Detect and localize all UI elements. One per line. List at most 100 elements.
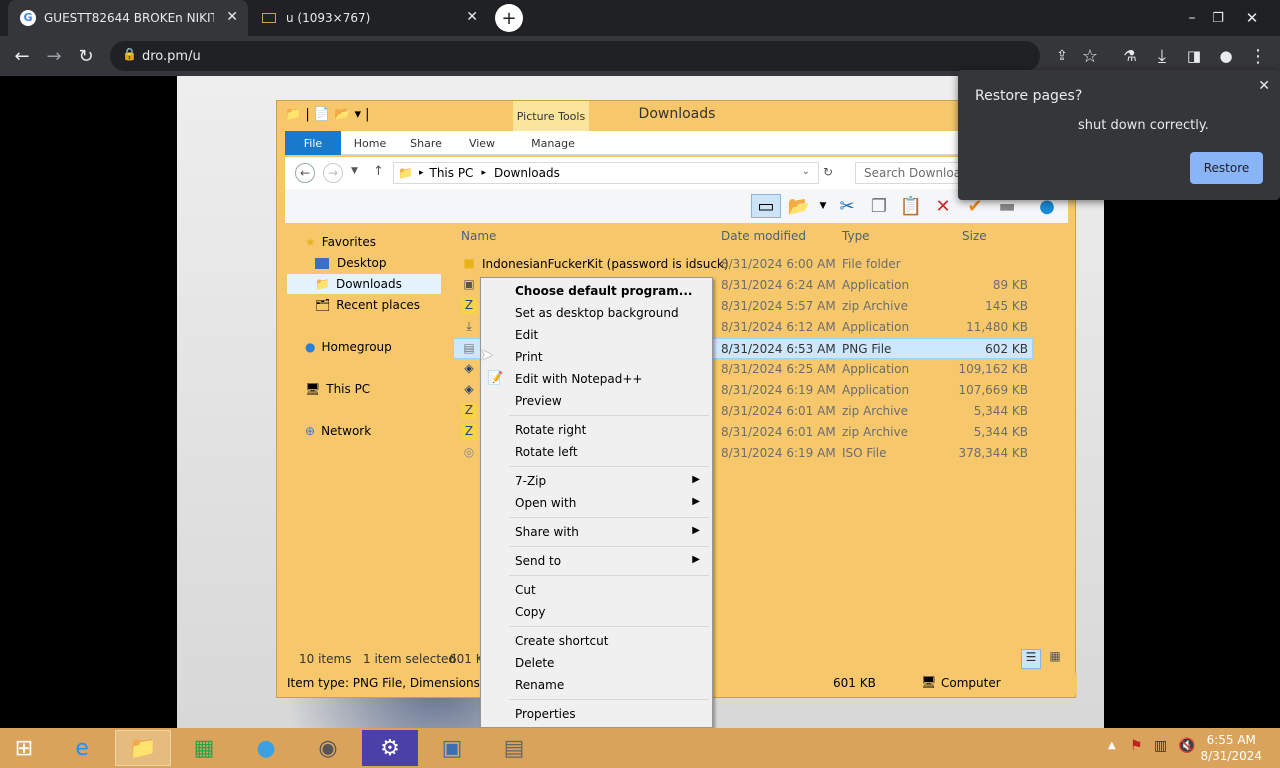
column-size[interactable]: Size: [962, 229, 987, 243]
recent-locations-icon[interactable]: ▼: [351, 166, 358, 176]
menu-item-rename[interactable]: Rename: [481, 674, 712, 696]
menu-item-send-to[interactable]: Send to ▶: [481, 550, 712, 572]
zip-archive-icon: Z: [461, 403, 477, 419]
store-icon[interactable]: ▦: [176, 730, 232, 766]
nav-homegroup[interactable]: ● Homegroup: [305, 337, 392, 357]
network-icon: ⊕: [305, 424, 316, 438]
breadcrumb-thispc[interactable]: This PC: [429, 166, 473, 180]
download-icon[interactable]: ⤓: [1148, 42, 1176, 70]
restore-button[interactable]: Restore: [1190, 152, 1263, 184]
menu-item-cut[interactable]: Cut: [481, 579, 712, 601]
file-explorer-taskbar-icon[interactable]: 📁: [115, 730, 171, 766]
back-icon[interactable]: ←: [8, 42, 36, 70]
close-tab-icon[interactable]: ✕: [466, 9, 478, 25]
settings-gear-icon[interactable]: ⚙: [362, 730, 418, 766]
menu-item-print[interactable]: Print: [481, 346, 712, 368]
menu-item-open-with[interactable]: Open with ▶: [481, 492, 712, 514]
start-button[interactable]: ⊞: [0, 730, 48, 766]
file-row[interactable]: ■ IndonesianFuckerKit (password is idsuc…: [453, 254, 1033, 275]
up-icon[interactable]: ↑: [373, 164, 384, 179]
forward-icon[interactable]: →: [40, 42, 68, 70]
nav-thispc[interactable]: 🖥 This PC: [305, 379, 370, 399]
submenu-arrow-icon: ▶: [692, 474, 700, 485]
profile-icon[interactable]: ●: [1212, 42, 1240, 70]
browser-tab[interactable]: u (1093×767) ✕: [250, 0, 488, 36]
menu-separator: [509, 415, 709, 416]
menu-item-set-background[interactable]: Set as desktop background: [481, 302, 712, 324]
internet-explorer-icon[interactable]: e: [54, 730, 110, 766]
tab-view[interactable]: View: [459, 131, 505, 155]
menu-item-properties[interactable]: Properties: [481, 703, 712, 725]
paste-icon[interactable]: 📋: [899, 194, 923, 218]
restore-window-icon[interactable]: ❐: [1204, 4, 1232, 32]
cut-icon[interactable]: ✂: [835, 194, 859, 218]
column-type[interactable]: Type: [842, 229, 870, 243]
nav-favorites[interactable]: ★ Favorites: [305, 232, 376, 252]
refresh-icon[interactable]: ↻: [823, 165, 833, 179]
menu-item-share-with[interactable]: Share with ▶: [481, 521, 712, 543]
archive-tool-icon[interactable]: ▤: [486, 730, 542, 766]
nav-network[interactable]: ⊕ Network: [305, 421, 371, 441]
column-date[interactable]: Date modified: [721, 229, 806, 243]
minimize-window-icon[interactable]: –: [1178, 4, 1206, 32]
new-folder-icon[interactable]: 📂: [787, 194, 811, 218]
menu-item-create-shortcut[interactable]: Create shortcut: [481, 630, 712, 652]
network-tray-icon[interactable]: ▥: [1154, 738, 1167, 754]
address-bar[interactable]: 🔒 dro.pm/u: [110, 41, 1040, 71]
nav-recent[interactable]: 🗂 Recent places: [315, 295, 420, 315]
bookmark-star-icon[interactable]: ☆: [1076, 42, 1104, 70]
details-pane-icon[interactable]: ▭: [751, 194, 781, 218]
menu-item-preview[interactable]: Preview: [481, 390, 712, 412]
menu-item-7zip[interactable]: 7-Zip ▶: [481, 470, 712, 492]
tab-share[interactable]: Share: [403, 131, 449, 155]
app-bird-icon[interactable]: ●: [238, 730, 294, 766]
nav-desktop[interactable]: Desktop: [315, 253, 387, 273]
file-size: 602 KB: [985, 342, 1028, 356]
breadcrumb-downloads[interactable]: Downloads: [494, 166, 560, 180]
details-view-icon[interactable]: ☰: [1021, 649, 1041, 669]
menu-item-edit[interactable]: Edit: [481, 324, 712, 346]
back-icon[interactable]: ←: [295, 163, 315, 183]
recent-places-icon: 🗂: [315, 298, 331, 312]
column-name[interactable]: Name: [461, 229, 496, 243]
tab-home[interactable]: Home: [347, 131, 393, 155]
url-text: dro.pm/u: [142, 48, 201, 64]
file-date: 8/31/2024 6:01 AM: [721, 404, 836, 418]
show-hidden-icons-icon[interactable]: ▲: [1108, 740, 1116, 751]
menu-icon[interactable]: ⋮: [1244, 42, 1272, 70]
clock[interactable]: 6:55 AM 8/31/2024: [1200, 732, 1262, 764]
volume-muted-icon[interactable]: 🔇: [1178, 738, 1195, 754]
close-tab-icon[interactable]: ✕: [226, 9, 238, 25]
tab-file[interactable]: File: [285, 131, 341, 155]
action-center-icon[interactable]: ⚑: [1130, 738, 1143, 754]
copy-icon[interactable]: ❐: [867, 194, 891, 218]
new-tab-button[interactable]: +: [495, 4, 523, 32]
nav-downloads[interactable]: 📁 Downloads: [287, 274, 441, 294]
reload-icon[interactable]: ↻: [72, 42, 100, 70]
app-globe-icon[interactable]: ◉: [300, 730, 356, 766]
forward-icon[interactable]: →: [323, 163, 343, 183]
installer-icon: ⤓: [466, 319, 472, 333]
side-panel-icon[interactable]: ◨: [1180, 42, 1208, 70]
menu-item-rotate-right[interactable]: Rotate right: [481, 419, 712, 441]
item-size-detail: 601 KB: [833, 676, 876, 690]
share-icon[interactable]: ⇪: [1048, 42, 1076, 70]
menu-item-delete[interactable]: Delete: [481, 652, 712, 674]
close-window-icon[interactable]: ✕: [1238, 4, 1266, 32]
menu-item-rotate-left[interactable]: Rotate left: [481, 441, 712, 463]
menu-item-copy[interactable]: Copy: [481, 601, 712, 623]
extensions-icon[interactable]: ⚗: [1116, 42, 1144, 70]
tab-manage[interactable]: Manage: [521, 131, 585, 155]
file-type: Application: [842, 383, 910, 397]
close-popup-icon[interactable]: ✕: [1258, 78, 1270, 94]
menu-item-choose-default[interactable]: Choose default program...: [481, 280, 712, 302]
delete-icon[interactable]: ✕: [931, 194, 955, 218]
submenu-arrow-icon: ▶: [692, 525, 700, 536]
chevron-down-icon[interactable]: ▼: [811, 194, 835, 218]
large-icons-view-icon[interactable]: ▦: [1045, 649, 1065, 669]
remote-desktop-icon[interactable]: ▣: [424, 730, 480, 766]
address-box[interactable]: 📁 ▸ This PC ▸ Downloads ⌄: [393, 162, 819, 184]
menu-item-edit-notepadpp[interactable]: Edit with Notepad++: [481, 368, 712, 390]
chevron-down-icon[interactable]: ⌄: [802, 166, 810, 177]
browser-tab-active[interactable]: G GUESTT82644 BROKEn NIKITAS ✕: [8, 0, 248, 36]
